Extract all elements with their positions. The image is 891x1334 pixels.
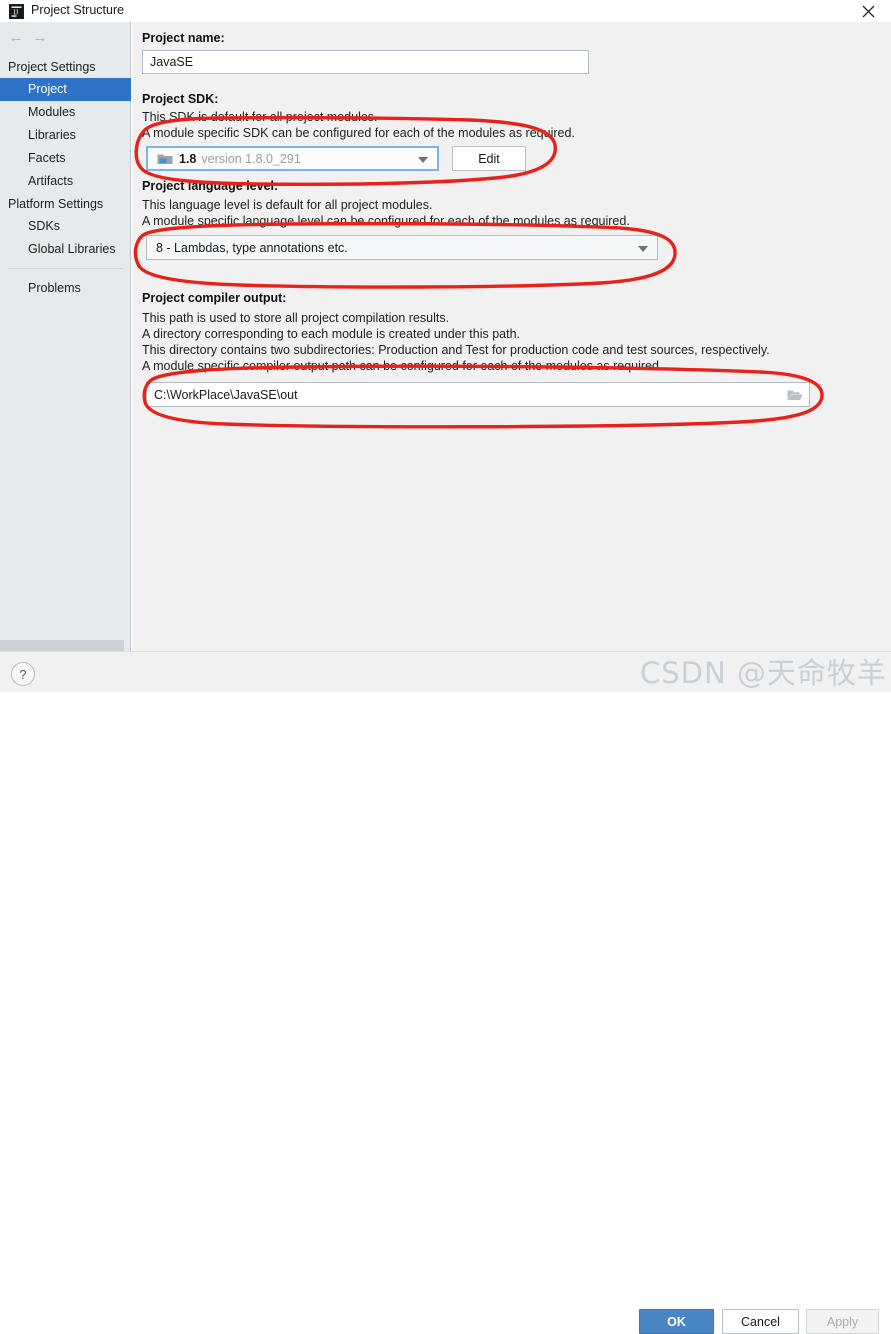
- sidebar-group-project-settings: Project Settings: [8, 60, 96, 74]
- compiler-output-desc-2: A directory corresponding to each module…: [142, 327, 520, 341]
- edit-sdk-button[interactable]: Edit: [452, 146, 526, 171]
- arrow-right-icon[interactable]: →: [29, 28, 51, 46]
- cancel-button[interactable]: Cancel: [722, 1309, 799, 1334]
- compiler-output-input[interactable]: C:\WorkPlace\JavaSE\out: [146, 382, 810, 407]
- language-level-desc-2: A module specific language level can be …: [142, 214, 630, 228]
- close-icon[interactable]: [845, 0, 891, 22]
- arrow-left-icon[interactable]: ←: [5, 28, 27, 46]
- sidebar-item-modules[interactable]: Modules: [0, 101, 131, 124]
- jdk-folder-icon: [157, 152, 173, 166]
- sidebar-item-libraries[interactable]: Libraries: [0, 124, 131, 147]
- window-titlebar: IJ Project Structure: [0, 0, 891, 23]
- project-sdk-desc-1: This SDK is default for all project modu…: [142, 110, 378, 124]
- compiler-output-desc-1: This path is used to store all project c…: [142, 311, 450, 325]
- project-settings-panel: Project name: JavaSE Project SDK: This S…: [132, 22, 891, 651]
- project-sdk-combo[interactable]: 1.8 version 1.8.0_291: [146, 146, 439, 171]
- sidebar-divider: [8, 268, 123, 269]
- sidebar-item-problems[interactable]: Problems: [0, 277, 131, 300]
- settings-sidebar: ← → Project Settings Project Modules Lib…: [0, 22, 131, 651]
- project-sdk-version: 1.8: [179, 151, 197, 166]
- apply-button[interactable]: Apply: [806, 1309, 879, 1334]
- folder-open-icon[interactable]: [787, 388, 803, 402]
- project-name-input[interactable]: JavaSE: [142, 50, 589, 74]
- dialog-footer: ? OK Cancel Apply: [0, 651, 891, 1334]
- sidebar-item-project[interactable]: Project: [0, 78, 131, 101]
- sidebar-item-artifacts[interactable]: Artifacts: [0, 170, 131, 193]
- sidebar-item-global-libraries[interactable]: Global Libraries: [0, 238, 131, 261]
- window-title: Project Structure: [31, 3, 125, 17]
- project-language-level-combo[interactable]: 8 - Lambdas, type annotations etc.: [146, 235, 658, 260]
- svg-text:IJ: IJ: [13, 8, 18, 16]
- project-sdk-label: Project SDK:: [142, 92, 219, 106]
- project-sdk-detail: version 1.8.0_291: [201, 151, 301, 166]
- sidebar-item-facets[interactable]: Facets: [0, 147, 131, 170]
- compiler-output-desc-4: A module specific compiler output path c…: [142, 359, 663, 373]
- project-language-level-value: 8 - Lambdas, type annotations etc.: [156, 240, 348, 255]
- sidebar-item-sdks[interactable]: SDKs: [0, 215, 131, 238]
- project-language-level-label: Project language level:: [142, 179, 279, 193]
- intellij-idea-icon: IJ: [9, 4, 24, 19]
- project-sdk-desc-2: A module specific SDK can be configured …: [142, 126, 575, 140]
- project-name-label: Project name:: [142, 31, 225, 45]
- project-compiler-output-label: Project compiler output:: [142, 291, 287, 305]
- ok-button[interactable]: OK: [639, 1309, 714, 1334]
- compiler-output-desc-3: This directory contains two subdirectori…: [142, 343, 770, 357]
- navigation-arrows: ← →: [0, 22, 131, 52]
- language-level-desc-1: This language level is default for all p…: [142, 198, 433, 212]
- settings-tree: Project Settings Project Modules Librari…: [0, 56, 131, 300]
- sidebar-horizontal-scrollbar[interactable]: [0, 640, 124, 651]
- sidebar-group-platform-settings: Platform Settings: [8, 197, 104, 211]
- help-button[interactable]: ?: [11, 662, 35, 686]
- chevron-down-icon[interactable]: [418, 156, 428, 163]
- chevron-down-icon[interactable]: [638, 245, 648, 252]
